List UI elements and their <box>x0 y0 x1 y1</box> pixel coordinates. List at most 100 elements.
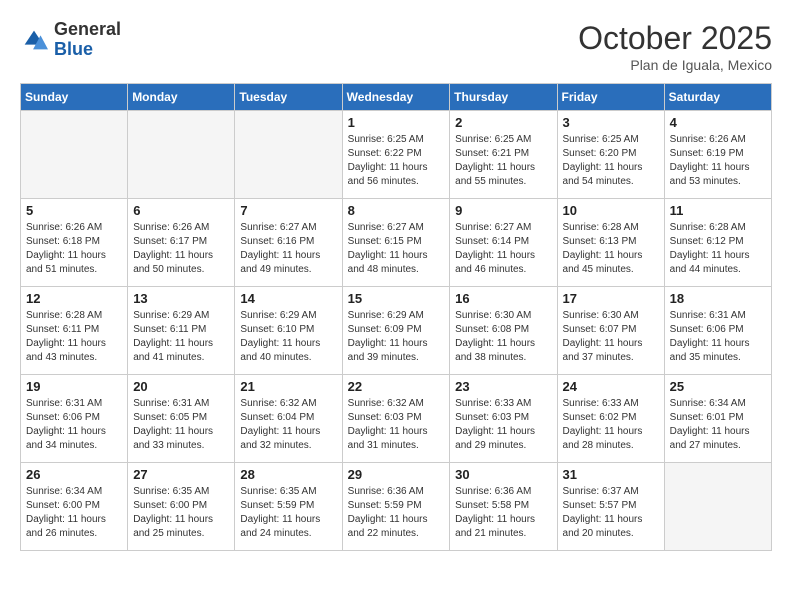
logo-text: General Blue <box>54 20 121 60</box>
day-info: Sunrise: 6:34 AM Sunset: 6:00 PM Dayligh… <box>26 485 122 541</box>
day-number: 22 <box>348 379 445 394</box>
calendar-cell: 15Sunrise: 6:29 AM Sunset: 6:09 PM Dayli… <box>342 287 450 375</box>
day-info: Sunrise: 6:25 AM Sunset: 6:21 PM Dayligh… <box>455 133 551 189</box>
calendar-cell: 9 Sunrise: 6:27 AM Sunset: 6:14 PM Daylig… <box>450 199 557 287</box>
calendar-cell: 28Sunrise: 6:35 AM Sunset: 5:59 PM Dayli… <box>235 463 342 551</box>
day-number: 16 <box>455 291 551 306</box>
day-number: 11 <box>670 203 766 218</box>
calendar-table: SundayMondayTuesdayWednesdayThursdayFrid… <box>20 83 772 551</box>
calendar-cell: 2 Sunrise: 6:25 AM Sunset: 6:21 PM Daylig… <box>450 111 557 199</box>
day-info: Sunrise: 6:31 AM Sunset: 6:06 PM Dayligh… <box>26 397 122 453</box>
day-info: Sunrise: 6:31 AM Sunset: 6:05 PM Dayligh… <box>133 397 229 453</box>
location-subtitle: Plan de Iguala, Mexico <box>578 57 772 73</box>
day-info: Sunrise: 6:27 AM Sunset: 6:15 PM Dayligh… <box>348 221 445 277</box>
day-info: Sunrise: 6:35 AM Sunset: 5:59 PM Dayligh… <box>240 485 336 541</box>
day-info: Sunrise: 6:35 AM Sunset: 6:00 PM Dayligh… <box>133 485 229 541</box>
calendar-cell: 20 Sunrise: 6:31 AM Sunset: 6:05 PM Dayli… <box>128 375 235 463</box>
calendar-cell: 19 Sunrise: 6:31 AM Sunset: 6:06 PM Dayli… <box>21 375 128 463</box>
title-block: October 2025 Plan de Iguala, Mexico <box>578 20 772 73</box>
calendar-week-row: 12 Sunrise: 6:28 AM Sunset: 6:11 PM Dayli… <box>21 287 772 375</box>
calendar-week-row: 5Sunrise: 6:26 AM Sunset: 6:18 PM Daylig… <box>21 199 772 287</box>
calendar-week-row: 1Sunrise: 6:25 AM Sunset: 6:22 PM Daylig… <box>21 111 772 199</box>
day-info: Sunrise: 6:25 AM Sunset: 6:22 PM Dayligh… <box>348 133 445 189</box>
day-info: Sunrise: 6:29 AM Sunset: 6:11 PM Dayligh… <box>133 309 229 365</box>
day-number: 19 <box>26 379 122 394</box>
day-number: 30 <box>455 467 551 482</box>
day-number: 25 <box>670 379 766 394</box>
logo-icon <box>20 26 48 54</box>
logo-blue: Blue <box>54 39 93 59</box>
logo: General Blue <box>20 20 121 60</box>
weekday-header: Thursday <box>450 84 557 111</box>
calendar-cell: 3Sunrise: 6:25 AM Sunset: 6:20 PM Daylig… <box>557 111 664 199</box>
calendar-cell: 31Sunrise: 6:37 AM Sunset: 5:57 PM Dayli… <box>557 463 664 551</box>
day-number: 31 <box>563 467 659 482</box>
day-number: 26 <box>26 467 122 482</box>
calendar-cell: 6Sunrise: 6:26 AM Sunset: 6:17 PM Daylig… <box>128 199 235 287</box>
weekday-header: Wednesday <box>342 84 450 111</box>
calendar-cell: 4 Sunrise: 6:26 AM Sunset: 6:19 PM Daylig… <box>664 111 771 199</box>
day-info: Sunrise: 6:28 AM Sunset: 6:13 PM Dayligh… <box>563 221 659 277</box>
calendar-cell: 7 Sunrise: 6:27 AM Sunset: 6:16 PM Daylig… <box>235 199 342 287</box>
day-number: 13 <box>133 291 229 306</box>
calendar-cell: 5Sunrise: 6:26 AM Sunset: 6:18 PM Daylig… <box>21 199 128 287</box>
day-number: 17 <box>563 291 659 306</box>
day-info: Sunrise: 6:26 AM Sunset: 6:17 PM Dayligh… <box>133 221 229 277</box>
calendar-cell <box>128 111 235 199</box>
calendar-week-row: 19 Sunrise: 6:31 AM Sunset: 6:06 PM Dayli… <box>21 375 772 463</box>
calendar-cell: 16 Sunrise: 6:30 AM Sunset: 6:08 PM Dayli… <box>450 287 557 375</box>
logo-general: General <box>54 19 121 39</box>
day-number: 24 <box>563 379 659 394</box>
day-number: 2 <box>455 115 551 130</box>
day-number: 27 <box>133 467 229 482</box>
day-info: Sunrise: 6:27 AM Sunset: 6:14 PM Dayligh… <box>455 221 551 277</box>
weekday-header: Tuesday <box>235 84 342 111</box>
calendar-cell: 23Sunrise: 6:33 AM Sunset: 6:03 PM Dayli… <box>450 375 557 463</box>
calendar-cell: 12 Sunrise: 6:28 AM Sunset: 6:11 PM Dayli… <box>21 287 128 375</box>
day-info: Sunrise: 6:33 AM Sunset: 6:02 PM Dayligh… <box>563 397 659 453</box>
weekday-header: Monday <box>128 84 235 111</box>
month-title: October 2025 <box>578 20 772 57</box>
day-number: 9 <box>455 203 551 218</box>
day-info: Sunrise: 6:28 AM Sunset: 6:12 PM Dayligh… <box>670 221 766 277</box>
day-info: Sunrise: 6:33 AM Sunset: 6:03 PM Dayligh… <box>455 397 551 453</box>
calendar-cell: 25 Sunrise: 6:34 AM Sunset: 6:01 PM Dayli… <box>664 375 771 463</box>
calendar-cell <box>21 111 128 199</box>
day-info: Sunrise: 6:30 AM Sunset: 6:08 PM Dayligh… <box>455 309 551 365</box>
day-info: Sunrise: 6:26 AM Sunset: 6:18 PM Dayligh… <box>26 221 122 277</box>
day-number: 18 <box>670 291 766 306</box>
day-number: 7 <box>240 203 336 218</box>
calendar-cell: 17 Sunrise: 6:30 AM Sunset: 6:07 PM Dayli… <box>557 287 664 375</box>
day-info: Sunrise: 6:34 AM Sunset: 6:01 PM Dayligh… <box>670 397 766 453</box>
day-info: Sunrise: 6:32 AM Sunset: 6:04 PM Dayligh… <box>240 397 336 453</box>
day-info: Sunrise: 6:27 AM Sunset: 6:16 PM Dayligh… <box>240 221 336 277</box>
calendar-cell: 30 Sunrise: 6:36 AM Sunset: 5:58 PM Dayli… <box>450 463 557 551</box>
day-info: Sunrise: 6:29 AM Sunset: 6:10 PM Dayligh… <box>240 309 336 365</box>
day-info: Sunrise: 6:30 AM Sunset: 6:07 PM Dayligh… <box>563 309 659 365</box>
calendar-cell: 18 Sunrise: 6:31 AM Sunset: 6:06 PM Dayli… <box>664 287 771 375</box>
day-info: Sunrise: 6:28 AM Sunset: 6:11 PM Dayligh… <box>26 309 122 365</box>
calendar-cell <box>235 111 342 199</box>
calendar-cell: 8 Sunrise: 6:27 AM Sunset: 6:15 PM Daylig… <box>342 199 450 287</box>
day-number: 20 <box>133 379 229 394</box>
day-number: 10 <box>563 203 659 218</box>
weekday-header: Saturday <box>664 84 771 111</box>
calendar-cell: 22Sunrise: 6:32 AM Sunset: 6:03 PM Dayli… <box>342 375 450 463</box>
calendar-cell <box>664 463 771 551</box>
day-number: 14 <box>240 291 336 306</box>
page-header: General Blue October 2025 Plan de Iguala… <box>20 20 772 73</box>
day-number: 12 <box>26 291 122 306</box>
weekday-header: Friday <box>557 84 664 111</box>
day-info: Sunrise: 6:36 AM Sunset: 5:58 PM Dayligh… <box>455 485 551 541</box>
day-info: Sunrise: 6:26 AM Sunset: 6:19 PM Dayligh… <box>670 133 766 189</box>
calendar-cell: 13 Sunrise: 6:29 AM Sunset: 6:11 PM Dayli… <box>128 287 235 375</box>
day-info: Sunrise: 6:31 AM Sunset: 6:06 PM Dayligh… <box>670 309 766 365</box>
day-number: 4 <box>670 115 766 130</box>
calendar-cell: 27 Sunrise: 6:35 AM Sunset: 6:00 PM Dayli… <box>128 463 235 551</box>
calendar-cell: 24 Sunrise: 6:33 AM Sunset: 6:02 PM Dayli… <box>557 375 664 463</box>
weekday-header-row: SundayMondayTuesdayWednesdayThursdayFrid… <box>21 84 772 111</box>
day-number: 21 <box>240 379 336 394</box>
day-number: 8 <box>348 203 445 218</box>
calendar-cell: 21 Sunrise: 6:32 AM Sunset: 6:04 PM Dayli… <box>235 375 342 463</box>
weekday-header: Sunday <box>21 84 128 111</box>
